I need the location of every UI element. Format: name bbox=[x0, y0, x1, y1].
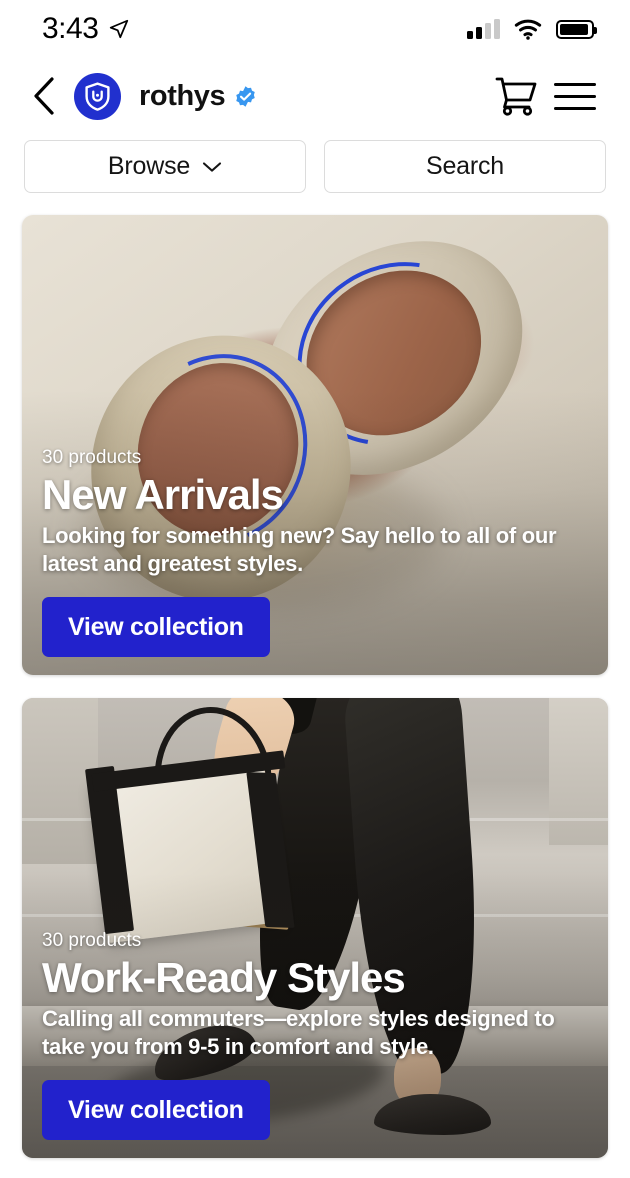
back-chevron-icon bbox=[34, 77, 54, 115]
collection-card-body: 30 products New Arrivals Looking for som… bbox=[42, 447, 588, 657]
collection-description: Looking for something new? Say hello to … bbox=[42, 523, 557, 577]
search-button[interactable]: Search bbox=[324, 140, 606, 193]
view-collection-button[interactable]: View collection bbox=[42, 1080, 270, 1140]
hamburger-menu-button[interactable] bbox=[554, 74, 602, 118]
collection-card[interactable]: 30 products New Arrivals Looking for som… bbox=[22, 215, 608, 675]
collection-card-body: 30 products Work-Ready Styles Calling al… bbox=[42, 930, 588, 1140]
rothys-shield-logo bbox=[85, 81, 110, 111]
collection-card[interactable]: 30 products Work-Ready Styles Calling al… bbox=[22, 698, 608, 1158]
wifi-icon bbox=[514, 19, 542, 40]
status-bar: 3:43 bbox=[0, 0, 630, 58]
status-time: 3:43 bbox=[42, 12, 99, 45]
hamburger-line bbox=[554, 94, 596, 98]
status-bar-left: 3:43 bbox=[42, 12, 130, 46]
location-arrow-icon bbox=[110, 19, 129, 39]
back-button[interactable] bbox=[22, 74, 66, 118]
action-row: Browse Search bbox=[0, 134, 630, 193]
verified-badge-icon bbox=[236, 85, 255, 107]
battery-icon bbox=[556, 19, 597, 39]
hamburger-line bbox=[554, 106, 596, 110]
status-bar-right bbox=[467, 19, 597, 40]
product-count: 30 products bbox=[42, 447, 142, 469]
collection-list: 30 products New Arrivals Looking for som… bbox=[0, 193, 630, 1158]
hamburger-menu-icon bbox=[554, 82, 596, 86]
phone-screen: 3:43 rothys Browse Search 30 products Ne… bbox=[0, 0, 630, 1178]
product-count: 30 products bbox=[42, 930, 142, 952]
shop-name[interactable]: rothys bbox=[139, 80, 226, 113]
view-collection-button[interactable]: View collection bbox=[42, 597, 270, 657]
avatar[interactable] bbox=[74, 72, 121, 120]
chevron-down-icon bbox=[203, 161, 222, 172]
browse-button[interactable]: Browse bbox=[24, 140, 306, 193]
cellular-signal-icon bbox=[467, 19, 500, 39]
collection-title: New Arrivals bbox=[42, 471, 284, 519]
browse-label: Browse bbox=[107, 152, 191, 180]
app-header: rothys bbox=[0, 58, 630, 134]
search-label: Search bbox=[425, 152, 504, 180]
cart-button[interactable] bbox=[492, 72, 540, 120]
shopping-cart-icon bbox=[495, 77, 537, 116]
collection-title: Work-Ready Styles bbox=[42, 954, 406, 1002]
collection-description: Calling all commuters—explore styles des… bbox=[42, 1006, 555, 1060]
